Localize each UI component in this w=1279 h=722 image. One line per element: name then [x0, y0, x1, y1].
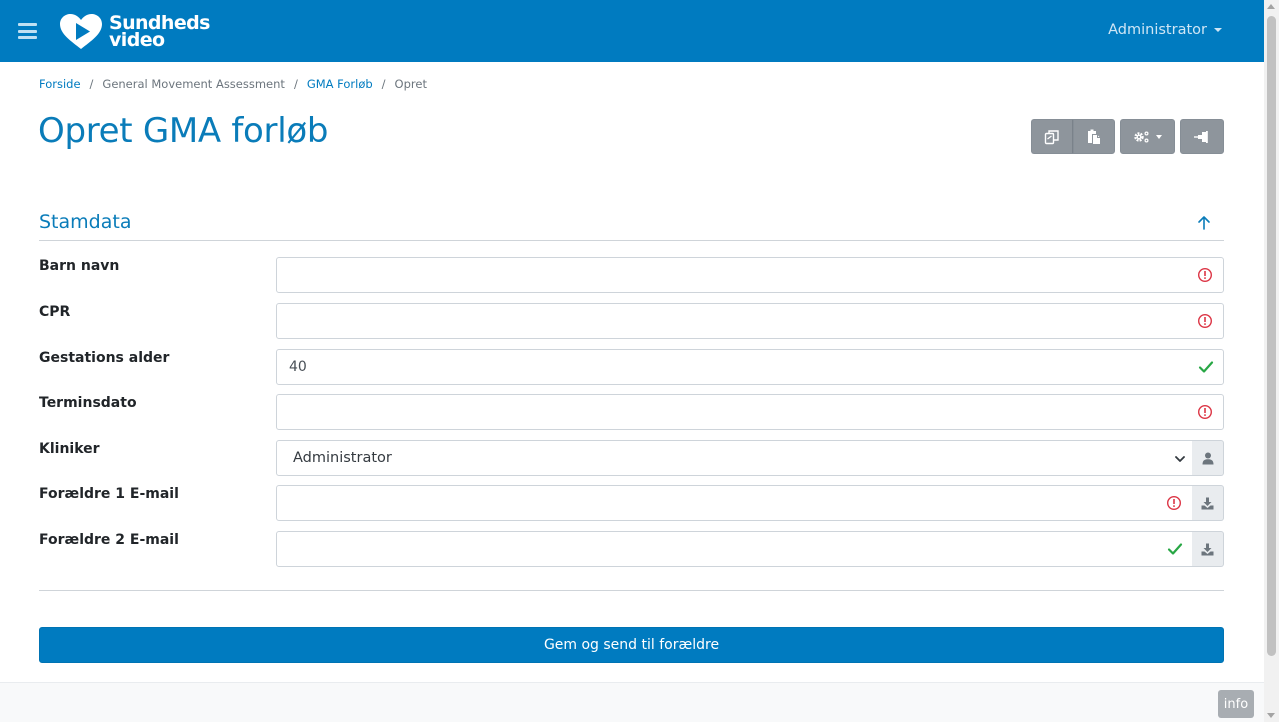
terminsdato-label: Terminsdato — [39, 395, 137, 411]
submit-button[interactable]: Gem og send til forældre — [39, 627, 1224, 663]
breadcrumb-separator: / — [89, 77, 94, 91]
user-icon — [1202, 452, 1213, 464]
sundhedsvideo-logo[interactable]: Sundheds video — [59, 13, 210, 51]
download-icon — [1201, 543, 1214, 555]
gestations-alder-input[interactable]: 40 — [276, 349, 1224, 385]
cpr-input[interactable] — [276, 303, 1224, 339]
section-divider — [39, 240, 1224, 241]
logo-text: Sundheds video — [109, 14, 210, 51]
section-title: Stamdata — [39, 211, 132, 233]
breadcrumb-gma-forloeb[interactable]: GMA Forløb — [307, 77, 373, 91]
kliniker-select[interactable]: Administrator — [276, 440, 1193, 476]
info-button[interactable]: info — [1218, 690, 1254, 718]
scroll-up-icon[interactable] — [1267, 4, 1275, 9]
caret-down-icon — [1214, 28, 1222, 32]
paste-icon — [1088, 129, 1100, 144]
cpr-label: CPR — [39, 304, 71, 320]
vertical-scrollbar[interactable] — [1264, 0, 1279, 722]
user-dropdown[interactable]: Administrator — [1108, 22, 1222, 38]
breadcrumb-gma: General Movement Assessment — [102, 77, 285, 91]
import-email-2-button[interactable] — [1192, 531, 1224, 567]
user-addon-button[interactable] — [1192, 440, 1224, 476]
settings-button-group — [1120, 119, 1175, 154]
breadcrumb-opret: Opret — [394, 77, 427, 91]
terminsdato-input[interactable] — [276, 394, 1224, 430]
form-row-cpr: CPR — [39, 303, 1224, 339]
checkmark-icon — [1167, 543, 1183, 555]
scroll-down-icon[interactable] — [1267, 713, 1275, 718]
heart-play-logo-icon — [60, 14, 102, 49]
arrow-up-icon — [1198, 216, 1210, 230]
error-icon — [1166, 495, 1182, 511]
page-title: Opret GMA forløb — [38, 111, 329, 151]
checkmark-icon — [1198, 361, 1214, 373]
footer — [0, 682, 1264, 722]
copy-icon — [1044, 129, 1059, 144]
form-divider — [39, 590, 1224, 591]
breadcrumb: Forside / General Movement Assessment / … — [39, 77, 427, 91]
download-icon — [1201, 497, 1214, 509]
gestations-alder-label: Gestations alder — [39, 350, 170, 366]
form-row-gestations-alder: Gestations alder 40 — [39, 349, 1224, 385]
gears-icon — [1134, 131, 1149, 142]
form-row-kliniker: Kliniker Administrator — [39, 440, 1224, 476]
paste-button[interactable] — [1073, 119, 1115, 154]
error-icon — [1197, 267, 1213, 283]
form-row-foraeldre-1-email: Forældre 1 E-mail — [39, 485, 1224, 521]
copy-button[interactable] — [1031, 119, 1073, 154]
barn-navn-label: Barn navn — [39, 258, 120, 274]
pin-button-group — [1180, 119, 1224, 154]
clipboard-button-group — [1031, 119, 1115, 154]
pin-button[interactable] — [1180, 119, 1224, 154]
form-row-barn-navn: Barn navn — [39, 257, 1224, 293]
import-email-1-button[interactable] — [1192, 485, 1224, 521]
foraeldre-2-email-label: Forældre 2 E-mail — [39, 532, 179, 548]
foraeldre-2-email-input[interactable] — [276, 531, 1193, 567]
form-row-terminsdato: Terminsdato — [39, 394, 1224, 430]
foraeldre-1-email-label: Forældre 1 E-mail — [39, 486, 179, 502]
pin-icon — [1194, 130, 1208, 143]
top-navbar: Sundheds video Administrator — [0, 0, 1264, 62]
breadcrumb-forside[interactable]: Forside — [39, 77, 81, 91]
collapse-section-button[interactable] — [1196, 215, 1212, 231]
foraeldre-1-email-input[interactable] — [276, 485, 1193, 521]
caret-down-icon — [1156, 134, 1162, 139]
breadcrumb-separator: / — [381, 77, 386, 91]
hamburger-menu-icon[interactable] — [18, 23, 37, 39]
logo-line-2: video — [109, 29, 165, 51]
scroll-thumb[interactable] — [1267, 16, 1276, 656]
error-icon — [1197, 404, 1213, 420]
settings-dropdown-button[interactable] — [1120, 119, 1175, 154]
breadcrumb-separator: / — [293, 77, 298, 91]
error-icon — [1197, 313, 1213, 329]
kliniker-selected-value: Administrator — [293, 450, 392, 466]
form-row-foraeldre-2-email: Forældre 2 E-mail — [39, 531, 1224, 567]
barn-navn-input[interactable] — [276, 257, 1224, 293]
kliniker-label: Kliniker — [39, 441, 100, 457]
chevron-down-icon — [1175, 456, 1185, 462]
user-dropdown-label: Administrator — [1108, 22, 1207, 38]
